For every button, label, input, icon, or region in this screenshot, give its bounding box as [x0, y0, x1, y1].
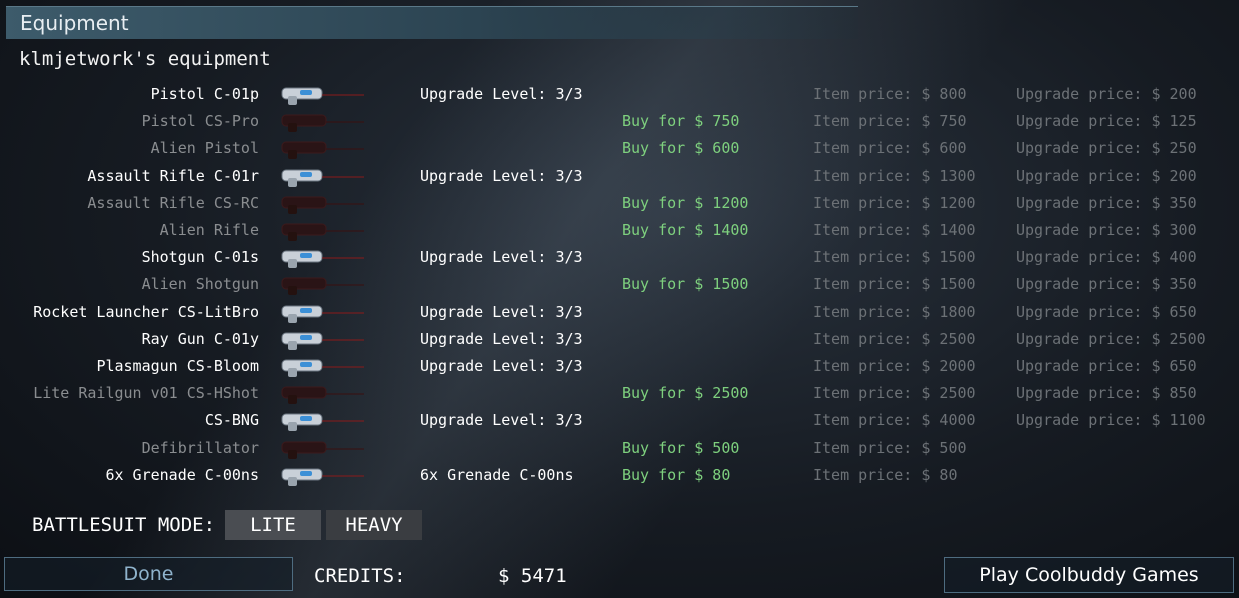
credits-value: $ 5471: [498, 565, 567, 587]
item-price: Item price: $ 2500: [813, 384, 976, 403]
equipment-name: Lite Railgun v01 CS-HShot: [33, 384, 259, 403]
done-button[interactable]: Done: [4, 557, 293, 591]
item-price: Item price: $ 2000: [813, 357, 976, 375]
window-title: Equipment: [20, 11, 129, 35]
buy-button[interactable]: Buy for $ 600: [622, 135, 739, 162]
upgrade-price: Upgrade price: $ 350: [1016, 193, 1197, 212]
equipment-row: Shotgun C-01s Upgrade Level: 3/3 Item pric…: [0, 244, 1239, 271]
equipment-row: Alien Shotgun Buy for $ 1500 Item price: $…: [0, 271, 1239, 298]
upgrade-price: Upgrade price: $ 1100: [1016, 411, 1206, 430]
plasmagun-icon: [278, 355, 368, 379]
upgrade-price: Upgrade price: $ 850: [1016, 384, 1197, 403]
heavy-mode-button[interactable]: HEAVY: [326, 510, 422, 540]
bng-gun-icon: [278, 409, 368, 433]
item-price: Item price: $ 1500: [813, 275, 976, 294]
equipment-name: Alien Shotgun: [141, 275, 259, 294]
item-price: Item price: $ 2500: [813, 329, 976, 348]
upgrade-price: Upgrade price: $ 650: [1016, 357, 1197, 375]
buy-button[interactable]: Buy for $ 80: [622, 462, 730, 489]
upgrade-price: Upgrade price: $ 200: [1016, 166, 1197, 185]
equipment-row: Assault Rifle CS-RC Buy for $ 1200 Item pr…: [0, 190, 1239, 217]
equipment-name: Alien Rifle: [159, 221, 259, 239]
upgrade-level-text: Upgrade Level: 3/3: [420, 248, 583, 267]
equipment-row: Alien Rifle Buy for $ 1400 Item price: $ 1…: [0, 217, 1239, 244]
item-price: Item price: $ 80: [813, 465, 958, 484]
equipment-name: CS-BNG: [204, 411, 259, 430]
item-price: Item price: $ 500: [813, 438, 967, 457]
assault-rifle-icon: [278, 165, 368, 189]
item-price: Item price: $ 750: [813, 112, 967, 131]
equipment-row: Ray Gun C-01y Upgrade Level: 3/3 Item pric…: [0, 326, 1239, 353]
credits-label: CREDITS:: [314, 565, 406, 587]
shotgun-icon: [278, 246, 368, 270]
buy-button[interactable]: Buy for $ 2500: [622, 380, 748, 407]
alien-shotgun-icon: [278, 273, 368, 297]
buy-button[interactable]: Buy for $ 750: [622, 108, 739, 135]
pistol-icon: [278, 110, 368, 134]
upgrade-level-text: Upgrade Level: 3/3: [420, 166, 583, 185]
upgrade-price: Upgrade price: $ 200: [1016, 85, 1197, 103]
battlesuit-mode-label: BATTLESUIT MODE:: [32, 514, 216, 536]
assault-rifle-icon: [278, 192, 368, 216]
upgrade-level-text: 6x Grenade C-00ns: [420, 465, 574, 484]
equipment-name: 6x Grenade C-00ns: [105, 465, 259, 484]
upgrade-level-text: Upgrade Level: 3/3: [420, 357, 583, 375]
buy-button[interactable]: Buy for $ 500: [622, 435, 739, 462]
buy-button[interactable]: Buy for $ 1200: [622, 190, 748, 217]
equipment-name: Assault Rifle C-01r: [87, 166, 259, 185]
equipment-name: Shotgun C-01s: [141, 248, 259, 267]
item-price: Item price: $ 1800: [813, 302, 976, 321]
equipment-row: Pistol C-01p Upgrade Level: 3/3 Item price…: [0, 81, 1239, 108]
equipment-name: Rocket Launcher CS-LitBro: [33, 302, 259, 321]
item-price: Item price: $ 1500: [813, 248, 976, 267]
equipment-name: Alien Pistol: [150, 139, 259, 158]
equipment-name: Defibrillator: [141, 438, 259, 457]
grenade-icon: [278, 464, 368, 488]
equipment-row: Assault Rifle C-01r Upgrade Level: 3/3 Ite…: [0, 163, 1239, 190]
buy-button[interactable]: Buy for $ 1400: [622, 217, 748, 244]
ray-gun-icon: [278, 328, 368, 352]
upgrade-price: Upgrade price: $ 250: [1016, 139, 1197, 158]
item-price: Item price: $ 1400: [813, 221, 976, 239]
item-price: Item price: $ 800: [813, 85, 967, 103]
equipment-name: Pistol CS-Pro: [141, 112, 259, 131]
item-price: Item price: $ 600: [813, 139, 967, 158]
item-price: Item price: $ 1300: [813, 166, 976, 185]
upgrade-level-text: Upgrade Level: 3/3: [420, 85, 583, 103]
upgrade-level-text: Upgrade Level: 3/3: [420, 411, 583, 430]
equipment-row: CS-BNG Upgrade Level: 3/3 Item price: $ 40…: [0, 407, 1239, 434]
defibrillator-icon: [278, 437, 368, 461]
upgrade-level-text: Upgrade Level: 3/3: [420, 329, 583, 348]
equipment-row: Lite Railgun v01 CS-HShot Buy for $ 2500 I…: [0, 380, 1239, 407]
upgrade-price: Upgrade price: $ 300: [1016, 221, 1197, 239]
pistol-icon: [278, 83, 368, 107]
item-price: Item price: $ 4000: [813, 411, 976, 430]
upgrade-price: Upgrade price: $ 125: [1016, 112, 1197, 131]
equipment-row: Plasmagun CS-Bloom Upgrade Level: 3/3 Item…: [0, 353, 1239, 380]
upgrade-price: Upgrade price: $ 2500: [1016, 329, 1206, 348]
equipment-row: 6x Grenade C-00ns 6x Grenade C-00ns Buy fo…: [0, 462, 1239, 489]
equipment-name: Pistol C-01p: [150, 85, 259, 103]
play-coolbuddy-games-button[interactable]: Play Coolbuddy Games: [944, 557, 1234, 593]
equipment-name: Ray Gun C-01y: [141, 329, 259, 348]
rocket-launcher-icon: [278, 301, 368, 325]
upgrade-price: Upgrade price: $ 350: [1016, 275, 1197, 294]
upgrade-price: Upgrade price: $ 400: [1016, 248, 1197, 267]
railgun-icon: [278, 382, 368, 406]
equipment-row: Defibrillator Buy for $ 500 Item price: $ …: [0, 435, 1239, 462]
window-titlebar: Equipment: [6, 6, 858, 39]
equipment-owner-heading: klmjetwork's equipment: [19, 48, 271, 70]
equipment-name: Plasmagun CS-Bloom: [96, 357, 259, 375]
equipment-name: Assault Rifle CS-RC: [87, 193, 259, 212]
buy-button[interactable]: Buy for $ 1500: [622, 271, 748, 298]
alien-pistol-icon: [278, 137, 368, 161]
alien-rifle-icon: [278, 219, 368, 243]
upgrade-level-text: Upgrade Level: 3/3: [420, 302, 583, 321]
equipment-row: Rocket Launcher CS-LitBro Upgrade Level: …: [0, 299, 1239, 326]
equipment-row: Alien Pistol Buy for $ 600 Item price: $ 6…: [0, 135, 1239, 162]
lite-mode-button[interactable]: LITE: [225, 510, 321, 540]
equipment-row: Pistol CS-Pro Buy for $ 750 Item price: $ …: [0, 108, 1239, 135]
item-price: Item price: $ 1200: [813, 193, 976, 212]
upgrade-price: Upgrade price: $ 650: [1016, 302, 1197, 321]
